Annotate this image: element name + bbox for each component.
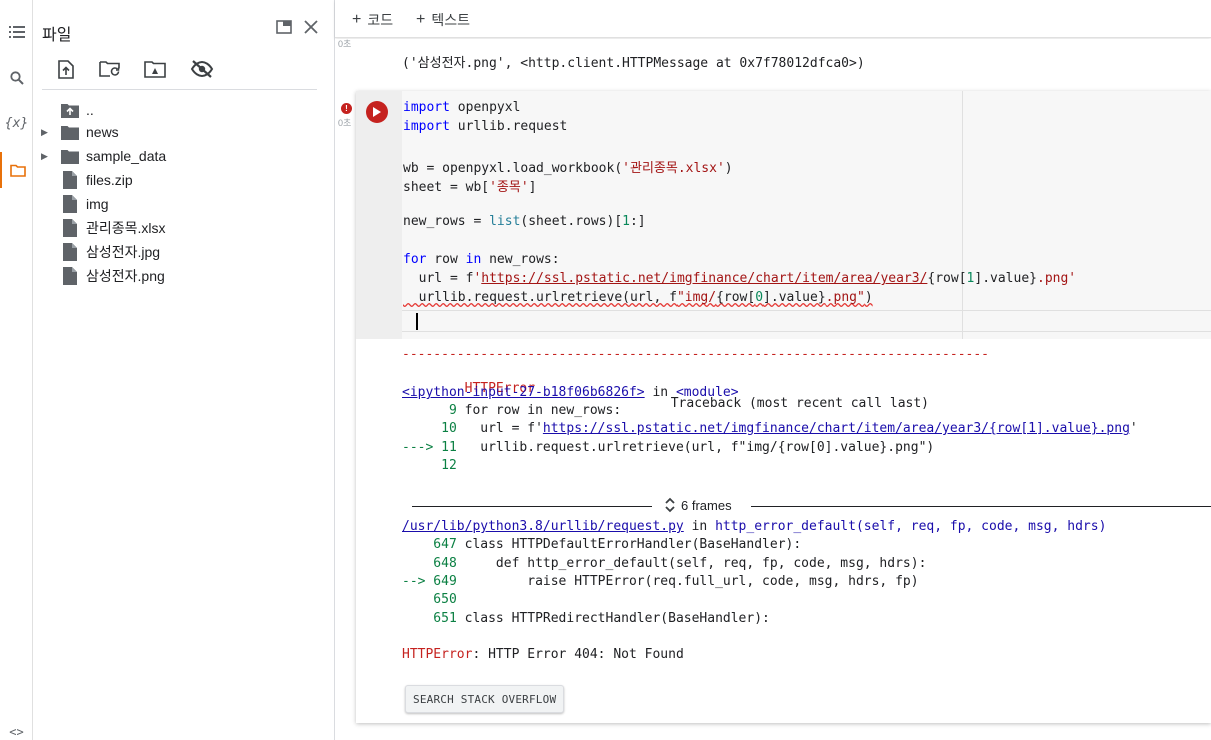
code-line: import urllib.request: [403, 119, 568, 134]
traceback-line: 9 for row in new_rows:: [402, 403, 622, 418]
expand-frames-button[interactable]: 6 frames: [665, 497, 732, 513]
tree-item-jpg[interactable]: 삼성전자.jpg: [33, 240, 333, 264]
traceback-line: 10 url = f'https://ssl.pstatic.net/imgfi…: [402, 421, 1138, 436]
notebook-toolbar: + 코드 + 텍스트: [335, 0, 1211, 38]
tree-item-xlsx[interactable]: 관리종목.xlsx: [33, 216, 333, 240]
folder-icon: [61, 147, 79, 165]
code-line: url = f'https://ssl.pstatic.net/imgfinan…: [403, 271, 1077, 286]
code-line: import openpyxl: [403, 100, 521, 115]
exec-time: 0초: [338, 118, 352, 128]
refresh-icon[interactable]: [98, 58, 122, 80]
tree-item-news[interactable]: ▶ news: [33, 120, 333, 144]
folder-icon[interactable]: [0, 152, 33, 188]
expand-caret-icon[interactable]: ▶: [41, 127, 51, 138]
files-panel-title: 파일: [42, 27, 72, 44]
tree-item-sample-data[interactable]: ▶ sample_data: [33, 144, 333, 168]
code-line: for row in new_rows:: [403, 252, 560, 267]
traceback-line: 12: [402, 458, 457, 473]
add-code-button[interactable]: + 코드: [352, 10, 393, 30]
expand-caret-icon[interactable]: ▶: [41, 151, 51, 162]
lib-path-link[interactable]: /usr/lib/python3.8/urllib/request.py: [402, 519, 684, 534]
input-link[interactable]: <ipython-input-27-b18f06b6826f>: [402, 385, 645, 400]
tree-item-label: files.zip: [86, 172, 133, 188]
frames-divider: [412, 506, 652, 507]
tree-item-label: 삼성전자.png: [86, 268, 165, 284]
add-code-label: 코드: [367, 12, 394, 28]
plus-icon: +: [416, 11, 426, 28]
parent-folder-icon: [61, 101, 79, 119]
frames-divider: [751, 506, 1211, 507]
tree-item-parent[interactable]: ..: [33, 98, 333, 122]
url-link[interactable]: https://ssl.pstatic.net/imgfinance/chart…: [543, 421, 1130, 436]
code-line: wb = openpyxl.load_workbook('관리종목.xlsx'): [403, 161, 733, 176]
traceback-location: /usr/lib/python3.8/urllib/request.py in …: [402, 519, 1107, 534]
search-stack-overflow-button[interactable]: SEARCH STACK OVERFLOW: [405, 685, 565, 713]
tree-item-label: sample_data: [86, 148, 167, 164]
folder-icon: [61, 123, 79, 141]
current-line-highlight: [402, 310, 1211, 332]
code-editor[interactable]: import openpyxl import urllib.request wb…: [402, 91, 1211, 339]
error-indicator-icon: !: [341, 103, 352, 114]
run-cell-button[interactable]: [366, 101, 388, 123]
table-of-contents-icon[interactable]: [0, 18, 33, 46]
file-icon: [61, 195, 79, 213]
traceback-separator: ----------------------------------------…: [402, 347, 989, 362]
code-line: sheet = wb['종목']: [403, 180, 537, 195]
upload-icon[interactable]: [54, 58, 78, 80]
file-icon: [61, 243, 79, 261]
tree-item-files-zip[interactable]: files.zip: [33, 168, 333, 192]
search-icon[interactable]: [0, 64, 33, 92]
previous-cell-output: ('삼성전자.png', <http.client.HTTPMessage at…: [402, 56, 865, 71]
add-text-label: 텍스트: [431, 12, 470, 28]
traceback-line: --> 649 raise HTTPError(req.full_url, co…: [402, 574, 919, 589]
variables-icon[interactable]: {x}: [0, 109, 33, 137]
play-icon: [373, 107, 381, 117]
tree-item-label: 삼성전자.jpg: [86, 244, 161, 260]
close-icon[interactable]: [300, 16, 322, 38]
file-icon: [61, 171, 79, 189]
editor-ruler: [962, 91, 963, 339]
tree-item-label: img: [86, 196, 109, 212]
unfold-icon: [665, 497, 675, 513]
code-icon[interactable]: <>: [0, 724, 33, 740]
code-line: new_rows = list(sheet.rows)[1:]: [403, 214, 646, 229]
exec-time: 0초: [338, 39, 352, 49]
traceback-line: 647 class HTTPDefaultErrorHandler(BaseHa…: [402, 537, 802, 552]
traceback-line: 650: [402, 592, 457, 607]
error-message: HTTPError: HTTP Error 404: Not Found: [402, 647, 684, 662]
left-rail: {x} <>: [0, 0, 33, 740]
cell-output: ----------------------------------------…: [401, 339, 1211, 723]
panel-divider: [42, 89, 317, 90]
code-cell[interactable]: import openpyxl import urllib.request wb…: [356, 91, 1211, 723]
traceback-location: <ipython-input-27-b18f06b6826f> in <modu…: [402, 385, 739, 400]
file-icon: [61, 267, 79, 285]
cell-gutter: [356, 91, 402, 339]
notebook-area: 0초 ('삼성전자.png', <http.client.HTTPMessage…: [335, 39, 1211, 740]
mount-drive-icon[interactable]: [143, 58, 167, 80]
text-cursor: [416, 313, 418, 330]
code-line: urllib.request.urlretrieve(url, f"img/{r…: [403, 290, 873, 305]
tree-item-img[interactable]: img: [33, 192, 333, 216]
tree-item-png[interactable]: 삼성전자.png: [33, 264, 333, 288]
traceback-line: 651 class HTTPRedirectHandler(BaseHandle…: [402, 611, 770, 626]
traceback-line: 648 def http_error_default(self, req, fp…: [402, 556, 927, 571]
add-text-button[interactable]: + 텍스트: [416, 10, 470, 30]
file-icon: [61, 219, 79, 237]
tree-item-label: 관리종목.xlsx: [86, 220, 166, 236]
hide-files-icon[interactable]: [190, 58, 214, 80]
plus-icon: +: [352, 11, 362, 28]
tree-item-label: news: [86, 124, 119, 140]
traceback-line: ---> 11 urllib.request.urlretrieve(url, …: [402, 440, 935, 455]
files-panel: 파일 .. ▶ news ▶ sample_data files.zip img…: [33, 0, 335, 740]
tree-item-label: ..: [86, 102, 94, 118]
new-window-icon[interactable]: [273, 16, 295, 38]
